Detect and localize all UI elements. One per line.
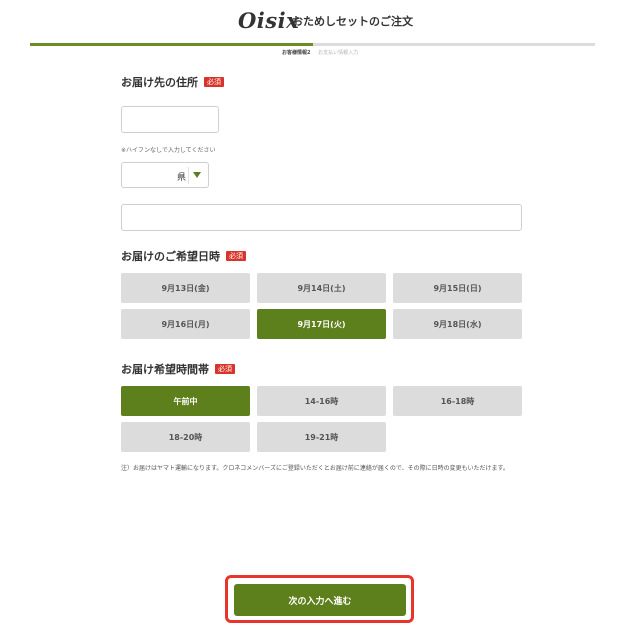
delivery-date-section-title: お届けのご希望日時 必須	[121, 248, 246, 264]
prefecture-select[interactable]: 県	[121, 162, 209, 188]
street-address-input[interactable]	[121, 204, 522, 231]
postal-code-input[interactable]	[121, 106, 219, 133]
oisix-logo[interactable]: Oisix	[238, 8, 299, 33]
step-customer-info-2: お客様情報2	[282, 50, 311, 56]
time-option-14-16[interactable]: 14-16時	[257, 386, 386, 416]
progress-fill	[30, 43, 313, 46]
required-badge: 必須	[215, 364, 235, 374]
progress-steps: お客様情報2 お支払い情報入力	[282, 49, 364, 56]
delivery-date-title-label: お届けのご希望日時	[121, 250, 220, 263]
delivery-time-title-label: お届け希望時間帯	[121, 363, 209, 376]
date-option-0913[interactable]: 9月13日(金)	[121, 273, 250, 303]
date-option-0915[interactable]: 9月15日(日)	[393, 273, 522, 303]
next-step-button[interactable]: 次の入力へ進む	[234, 584, 406, 616]
address-title-label: お届け先の住所	[121, 76, 198, 89]
postal-code-hint: ※ハイフンなしで入力してください	[121, 147, 216, 154]
header: Oisix おためしセットのご注文	[0, 0, 640, 42]
step-payment-info: お支払い情報入力	[318, 50, 359, 56]
time-option-18-20[interactable]: 18-20時	[121, 422, 250, 452]
prefecture-value: 県	[177, 173, 187, 183]
required-badge: 必須	[226, 251, 246, 261]
progress-bar	[30, 43, 595, 46]
date-option-0916[interactable]: 9月16日(月)	[121, 309, 250, 339]
time-option-19-21[interactable]: 19-21時	[257, 422, 386, 452]
date-option-0914[interactable]: 9月14日(土)	[257, 273, 386, 303]
time-option-morning[interactable]: 午前中	[121, 386, 250, 416]
required-badge: 必須	[204, 77, 224, 87]
page-title: おためしセットのご注文	[292, 15, 413, 28]
delivery-time-section-title: お届け希望時間帯 必須	[121, 361, 235, 377]
select-divider	[188, 167, 189, 184]
time-option-16-18[interactable]: 16-18時	[393, 386, 522, 416]
delivery-note: 注）お届けはヤマト運輸になります。クロネコメンバーズにご登録いただくとお届け前に…	[121, 465, 509, 472]
date-option-0917[interactable]: 9月17日(火)	[257, 309, 386, 339]
address-section-title: お届け先の住所 必須	[121, 74, 224, 90]
chevron-down-icon	[193, 172, 201, 178]
date-option-0918[interactable]: 9月18日(水)	[393, 309, 522, 339]
